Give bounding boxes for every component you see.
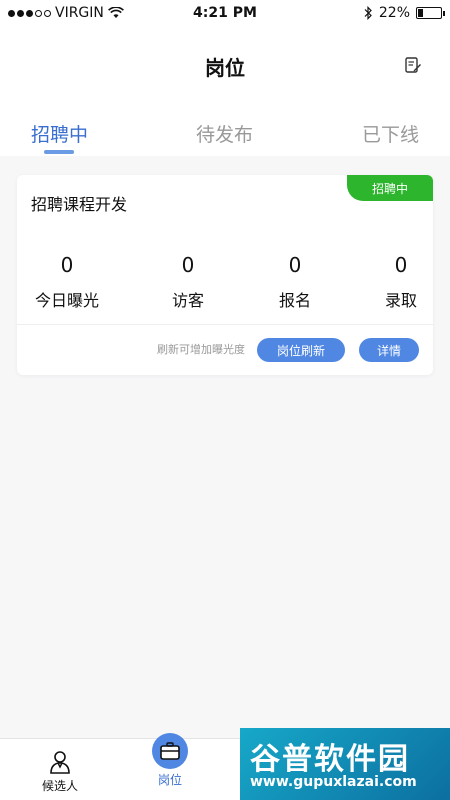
stat-visitors: 0 访客 bbox=[138, 253, 238, 311]
stat-label: 今日曝光 bbox=[34, 291, 99, 310]
battery-icon bbox=[416, 7, 445, 19]
tab-bar: 招聘中 待发布 已下线 bbox=[0, 104, 450, 156]
detail-button[interactable]: 详情 bbox=[359, 338, 419, 362]
job-card[interactable]: 招聘课程开发 招聘中 0 今日曝光 0 访客 0 报名 0 录取 刷新可增加曝光… bbox=[17, 175, 433, 375]
nav-item-candidates[interactable]: 候选人 bbox=[20, 745, 100, 794]
tab-recruiting[interactable]: 招聘中 bbox=[31, 120, 88, 147]
stat-value: 0 bbox=[288, 253, 302, 277]
stat-hired: 0 录取 bbox=[351, 253, 433, 311]
tab-offline[interactable]: 已下线 bbox=[362, 120, 419, 147]
stat-value: 0 bbox=[181, 253, 195, 277]
watermark-title: 谷普软件园 bbox=[250, 742, 410, 777]
briefcase-icon bbox=[160, 742, 180, 760]
status-bar: VIRGIN 4:21 PM 22% bbox=[0, 0, 450, 26]
job-title: 招聘课程开发 bbox=[31, 195, 128, 214]
stat-label: 访客 bbox=[171, 291, 204, 310]
job-stats: 0 今日曝光 0 访客 0 报名 0 录取 bbox=[17, 253, 433, 313]
top-header: 岗位 bbox=[0, 26, 450, 104]
tab-pending[interactable]: 待发布 bbox=[196, 120, 253, 147]
status-badge: 招聘中 bbox=[347, 175, 433, 201]
tab-indicator bbox=[44, 150, 74, 154]
page-title: 岗位 bbox=[205, 56, 245, 80]
status-time: 4:21 PM bbox=[193, 5, 257, 21]
person-icon bbox=[50, 751, 70, 774]
card-divider bbox=[17, 324, 433, 325]
stat-label: 报名 bbox=[278, 291, 311, 310]
nav-item-jobs[interactable]: 岗位 bbox=[130, 733, 210, 788]
stat-value: 0 bbox=[60, 253, 74, 277]
stat-signups: 0 报名 bbox=[245, 253, 345, 311]
nav-label: 候选人 bbox=[41, 779, 78, 793]
watermark-logo: 谷普软件园 www.gupuxlazai.com bbox=[240, 728, 450, 800]
nav-label: 岗位 bbox=[157, 773, 182, 787]
refresh-hint: 刷新可增加曝光度 bbox=[157, 343, 245, 356]
nav-active-indicator bbox=[152, 733, 188, 769]
stat-exposure: 0 今日曝光 bbox=[17, 253, 117, 311]
stat-label: 录取 bbox=[384, 291, 417, 310]
refresh-job-button[interactable]: 岗位刷新 bbox=[257, 338, 345, 362]
edit-icon[interactable] bbox=[404, 56, 422, 74]
stat-value: 0 bbox=[394, 253, 408, 277]
watermark-url: www.gupuxlazai.com bbox=[250, 774, 417, 790]
